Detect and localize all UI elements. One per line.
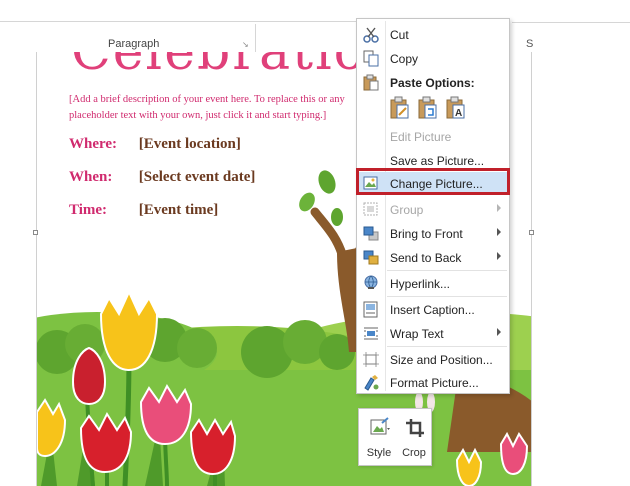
send-to-back-icon bbox=[363, 250, 379, 265]
crop-button[interactable]: Crop bbox=[397, 413, 431, 463]
event-location-value[interactable]: [Event location] bbox=[139, 136, 241, 152]
picture-style-icon bbox=[370, 417, 390, 435]
ribbon: Paragraph ↘ S bbox=[0, 0, 630, 52]
word-window: Paragraph ↘ S Celebration [Add a brief d… bbox=[0, 0, 630, 486]
ribbon-group-label-partial: S bbox=[526, 38, 534, 50]
time-row[interactable]: Time: [Event time] bbox=[69, 202, 218, 219]
group-icon bbox=[363, 202, 378, 216]
menu-separator bbox=[387, 346, 507, 347]
when-label: When: bbox=[69, 169, 113, 185]
menu-item-label: Bring to Front bbox=[390, 227, 463, 241]
menu-item-copy[interactable]: Copy bbox=[357, 47, 509, 70]
ribbon-group-separator bbox=[255, 24, 256, 52]
menu-item-size-and-position[interactable]: Size and Position... bbox=[357, 348, 509, 371]
tulip-flower-pink bbox=[139, 383, 193, 446]
menu-item-edit-picture: Edit Picture bbox=[357, 125, 509, 148]
event-time-value[interactable]: [Event time] bbox=[139, 202, 219, 218]
paste-merge-icon[interactable] bbox=[417, 95, 439, 121]
size-position-icon bbox=[363, 352, 379, 367]
mini-toolbar: Style Crop bbox=[358, 408, 432, 466]
crop-icon bbox=[406, 419, 424, 437]
leaf-shape bbox=[318, 170, 336, 194]
when-row[interactable]: When: [Select event date] bbox=[69, 169, 255, 186]
leaf-shape bbox=[331, 208, 343, 226]
menu-item-label: Edit Picture bbox=[390, 130, 452, 144]
tulip-flower-yellow bbox=[99, 289, 159, 372]
event-description[interactable]: [Add a brief description of your event h… bbox=[69, 92, 369, 124]
submenu-arrow-icon bbox=[497, 328, 501, 336]
paste-options-buttons: A bbox=[387, 95, 507, 123]
ribbon-divider bbox=[0, 0, 360, 22]
wrap-text-icon bbox=[364, 327, 378, 340]
change-picture-highlight bbox=[356, 168, 510, 195]
bring-to-front-icon bbox=[363, 226, 379, 241]
menu-item-label: Group bbox=[390, 203, 424, 217]
menu-item-label: Insert Caption... bbox=[390, 303, 475, 317]
menu-item-label: Wrap Text bbox=[390, 327, 444, 341]
menu-item-label: Size and Position... bbox=[390, 353, 493, 367]
tulip-flower-red bbox=[79, 411, 133, 474]
menu-item-insert-caption[interactable]: Insert Caption... bbox=[357, 298, 509, 321]
menu-item-label: Send to Back bbox=[390, 251, 462, 265]
crop-label: Crop bbox=[402, 447, 426, 459]
tulip-flower-red bbox=[189, 417, 237, 476]
where-label: Where: bbox=[69, 136, 118, 152]
menu-item-label: Hyperlink... bbox=[390, 277, 451, 291]
selection-handle-right[interactable] bbox=[529, 230, 534, 235]
paste-icon bbox=[363, 74, 379, 91]
menu-item-format-picture[interactable]: Format Picture... bbox=[357, 371, 509, 394]
time-label: Time: bbox=[69, 202, 108, 218]
menu-separator bbox=[387, 296, 507, 297]
paste-keep-format-icon[interactable] bbox=[389, 95, 411, 121]
menu-item-wrap-text[interactable]: Wrap Text bbox=[357, 322, 509, 345]
selection-handle-left[interactable] bbox=[33, 230, 38, 235]
menu-item-label: Save as Picture... bbox=[390, 154, 485, 168]
copy-icon bbox=[363, 50, 379, 67]
ribbon-divider-right bbox=[512, 22, 630, 23]
style-button[interactable]: Style bbox=[362, 413, 396, 463]
dialog-launcher-icon[interactable]: ↘ bbox=[242, 40, 249, 49]
bush-shape bbox=[177, 328, 217, 368]
submenu-arrow-icon bbox=[497, 204, 501, 212]
hyperlink-icon bbox=[364, 275, 378, 289]
paste-text-only-icon[interactable]: A bbox=[445, 95, 467, 121]
submenu-arrow-icon bbox=[497, 228, 501, 236]
format-picture-icon bbox=[364, 375, 379, 391]
menu-item-label: Paste Options: bbox=[390, 76, 475, 90]
menu-item-send-to-back[interactable]: Send to Back bbox=[357, 246, 509, 269]
menu-separator bbox=[387, 270, 507, 271]
menu-item-label: Format Picture... bbox=[390, 376, 479, 390]
style-label: Style bbox=[366, 447, 392, 459]
context-menu: Cut Copy Paste Options: A Edit Picture S… bbox=[356, 18, 510, 394]
insert-caption-icon bbox=[363, 301, 378, 318]
paragraph-group-label: Paragraph bbox=[108, 38, 160, 50]
scissors-icon bbox=[363, 27, 379, 43]
event-date-value[interactable]: [Select event date] bbox=[139, 169, 256, 185]
menu-item-group: Group bbox=[357, 198, 509, 221]
where-row[interactable]: Where: [Event location] bbox=[69, 136, 241, 153]
menu-item-cut[interactable]: Cut bbox=[357, 23, 509, 46]
svg-text:A: A bbox=[455, 108, 462, 119]
menu-item-label: Copy bbox=[390, 52, 419, 66]
menu-item-bring-to-front[interactable]: Bring to Front bbox=[357, 222, 509, 245]
menu-item-paste-options: Paste Options: bbox=[357, 71, 509, 94]
menu-item-hyperlink[interactable]: Hyperlink... bbox=[357, 272, 509, 295]
submenu-arrow-icon bbox=[497, 252, 501, 260]
menu-item-label: Cut bbox=[390, 28, 409, 42]
flyer-title[interactable]: Celebration bbox=[71, 52, 402, 82]
